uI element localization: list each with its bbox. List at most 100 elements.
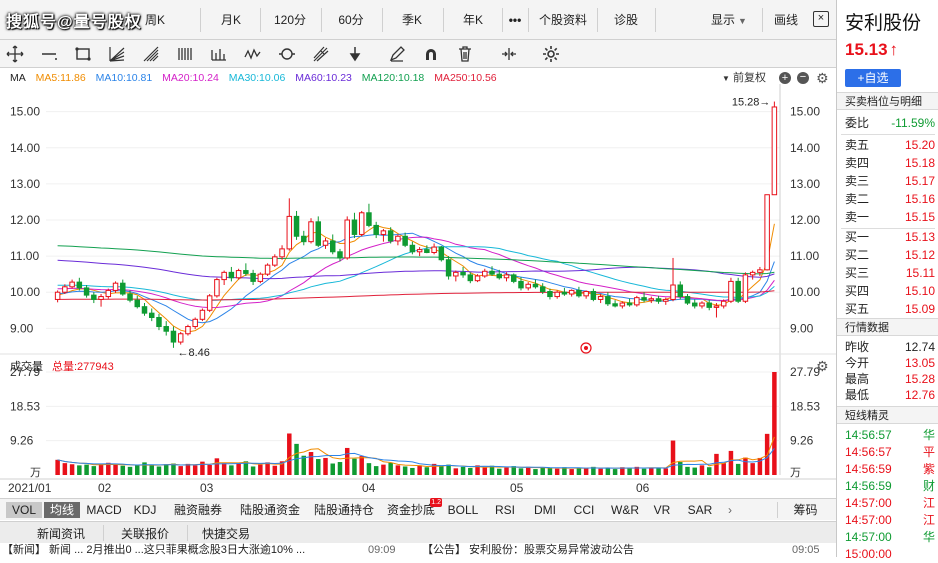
- cycle-lines-icon[interactable]: [208, 43, 230, 65]
- signal-row[interactable]: 14:56:57 华: [843, 426, 938, 444]
- horizontal-line-icon[interactable]: [38, 43, 60, 65]
- tab-hk-hold[interactable]: 陆股通持仓: [308, 502, 380, 518]
- signal-row[interactable]: 14:56:57 平: [843, 443, 938, 461]
- tabs-next-icon[interactable]: ›: [720, 502, 740, 518]
- tab-quarter-k[interactable]: 季K: [384, 9, 440, 31]
- ma60-label: MA60:10.23: [295, 72, 352, 84]
- bid-price: 15.12: [904, 248, 935, 262]
- tab-hk-flow[interactable]: 陆股通资金: [234, 502, 306, 518]
- price-tick-label-right: 10.00: [790, 285, 820, 299]
- tab-rsi[interactable]: RSI: [490, 502, 520, 518]
- fork-icon[interactable]: [310, 43, 332, 65]
- tab-60min[interactable]: 60分: [323, 9, 379, 31]
- volume-bar: [547, 467, 553, 475]
- zoom-in-icon[interactable]: +: [779, 72, 791, 84]
- draw-line-button[interactable]: 画线: [766, 9, 806, 31]
- vertical-lines-icon[interactable]: [174, 43, 196, 65]
- bid-label: 买三: [845, 266, 870, 280]
- signal-row[interactable]: 14:57:00 华: [843, 528, 938, 546]
- candle-body: [185, 326, 191, 335]
- tab-macd[interactable]: MACD: [84, 502, 124, 518]
- candle-body: [728, 280, 734, 302]
- candle-body: [518, 280, 524, 289]
- tab-month-k[interactable]: 月K: [205, 9, 257, 31]
- adjust-mode-select[interactable]: ▼ 前复权: [722, 70, 766, 87]
- diagnose-button[interactable]: 诊股: [600, 9, 652, 31]
- signal-row[interactable]: 14:56:59 财: [843, 477, 938, 495]
- volume-unit-right: 万: [790, 467, 801, 479]
- bid-label: 买二: [845, 248, 870, 262]
- volume-bar: [554, 468, 560, 475]
- candle-body: [561, 291, 568, 295]
- rotate-icon[interactable]: [276, 43, 298, 65]
- tab-vol[interactable]: VOL: [6, 502, 42, 518]
- volume-bar: [439, 466, 444, 475]
- fan-lines-icon[interactable]: [106, 43, 128, 65]
- volume-bar: [91, 466, 97, 475]
- magnet-icon[interactable]: [420, 43, 442, 65]
- tab-kdj[interactable]: KDJ: [128, 502, 162, 518]
- tab-vr[interactable]: VR: [648, 502, 676, 518]
- bid-price: 15.13: [904, 230, 935, 244]
- settings-gear-icon[interactable]: [540, 43, 562, 65]
- candle-body: [720, 300, 727, 307]
- tab-quick-trade[interactable]: 快捷交易: [190, 526, 262, 542]
- more-periods-button[interactable]: •••: [503, 9, 527, 31]
- chips-button[interactable]: 筹码: [777, 502, 833, 518]
- tab-margin[interactable]: 融资融券: [166, 502, 230, 518]
- volume-bar: [583, 468, 589, 475]
- tab-news[interactable]: 新闻资讯: [22, 526, 100, 542]
- tab-sar[interactable]: SAR: [682, 502, 718, 518]
- compress-icon[interactable]: [498, 43, 520, 65]
- kline-chart[interactable]: 15.00 15.00 14.00 14.00 13.00 13.00 12.00 12.00…: [0, 68, 836, 498]
- candle-body: [547, 291, 553, 298]
- kline-chart-panel[interactable]: 15.00 15.00 14.00 14.00 13.00 13.00 12.00 12.00…: [0, 68, 836, 498]
- volume-bar: [424, 467, 430, 475]
- candle-body: [431, 246, 437, 253]
- volume-settings-gear-icon[interactable]: ⚙: [816, 358, 829, 374]
- tab-dmi[interactable]: DMI: [528, 502, 562, 518]
- signal-row[interactable]: 14:57:00 江: [843, 511, 938, 529]
- tab-related-quotes[interactable]: 关联报价: [106, 526, 184, 542]
- candle-body: [619, 302, 626, 307]
- candle-body: [83, 287, 90, 296]
- pen-icon[interactable]: [386, 43, 408, 65]
- tab-wr[interactable]: W&R: [606, 502, 644, 518]
- display-menu[interactable]: 显示 ▼: [705, 9, 753, 31]
- close-icon[interactable]: ×: [813, 11, 829, 27]
- tab-bottom-fishing[interactable]: 资金抄底 1.2: [382, 498, 442, 518]
- chart-settings-gear-icon[interactable]: ⚙: [816, 70, 829, 86]
- channel-lines-icon[interactable]: [140, 43, 162, 65]
- add-watchlist-button[interactable]: +自选: [845, 69, 901, 87]
- tab-ma[interactable]: 均线: [44, 502, 80, 518]
- candle-body: [286, 215, 293, 250]
- volume-bar: [84, 464, 89, 475]
- wave-icon[interactable]: [242, 43, 264, 65]
- down-arrow-icon[interactable]: [344, 43, 366, 65]
- candle-body: [496, 273, 503, 279]
- news-ticker-right[interactable]: 【公告】 安利股份：股票交易异常波动公告: [422, 543, 634, 557]
- signal-row[interactable]: 14:57:00 江: [843, 494, 938, 512]
- signal-row[interactable]: 14:56:59 紫: [843, 460, 938, 478]
- rectangle-icon[interactable]: [72, 43, 94, 65]
- zoom-out-icon[interactable]: −: [797, 72, 809, 84]
- volume-bar: [352, 458, 357, 475]
- candle-body: [605, 296, 611, 305]
- ask-label: 卖三: [845, 174, 870, 188]
- trash-icon[interactable]: [454, 43, 476, 65]
- stock-price-value: 15.13: [845, 40, 888, 59]
- tab-120min[interactable]: 120分: [262, 9, 318, 31]
- news-ticker-left[interactable]: 【新闻】 新闻 ... 2月推出0 ...这只菲果概念股3日大涨逾10% ...: [2, 543, 305, 557]
- divider: [200, 8, 201, 32]
- candle-body: [539, 286, 546, 293]
- stock-profile-button[interactable]: 个股资料: [532, 9, 594, 31]
- bid-label: 买一: [845, 230, 870, 244]
- news-ticker[interactable]: 【新闻】 新闻 ... 2月推出0 ...这只菲果概念股3日大涨逾10% ...…: [0, 543, 836, 557]
- signal-row[interactable]: 15:00:00: [843, 545, 938, 563]
- signal-time: 14:56:57: [845, 445, 892, 459]
- tab-year-k[interactable]: 年K: [445, 9, 501, 31]
- tab-boll[interactable]: BOLL: [444, 502, 482, 518]
- crosshair-move-icon[interactable]: [4, 43, 26, 65]
- tab-cci[interactable]: CCI: [568, 502, 600, 518]
- max-price-label: 15.28→: [732, 97, 771, 109]
